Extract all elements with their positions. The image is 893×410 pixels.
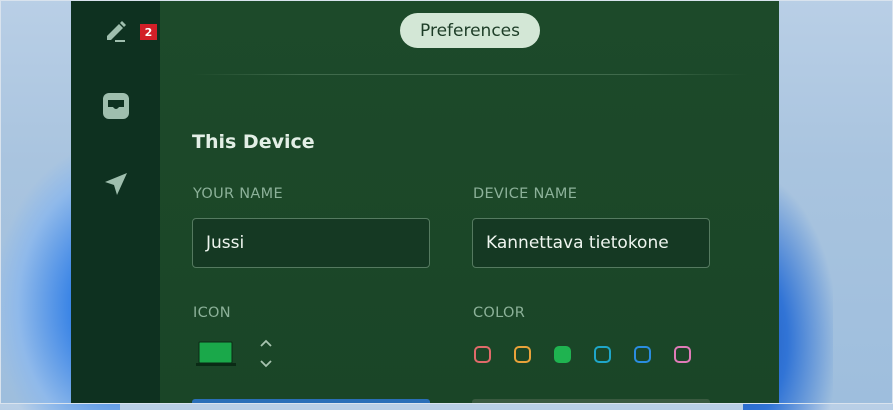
your-name-label: YOUR NAME	[193, 186, 283, 202]
color-option-cyan[interactable]	[594, 346, 611, 363]
divider	[192, 74, 747, 75]
icon-stepper[interactable]	[259, 337, 273, 371]
app-window: 2 Preferences This Device YOUR NAME Juss…	[71, 0, 779, 404]
sidebar: 2	[71, 0, 160, 404]
icon-label: ICON	[193, 305, 231, 321]
inbox-icon	[101, 91, 131, 125]
your-name-input[interactable]: Jussi	[192, 218, 430, 268]
preferences-pill[interactable]: Preferences	[400, 13, 540, 48]
bottom-strip-right	[472, 399, 710, 404]
compose-button[interactable]	[96, 12, 136, 52]
section-title: This Device	[192, 131, 315, 153]
color-option-green[interactable]	[554, 346, 571, 363]
device-name-input[interactable]: Kannettava tietokone	[472, 218, 710, 268]
inbox-button[interactable]	[96, 88, 136, 128]
color-label: COLOR	[473, 305, 526, 321]
unread-badge: 2	[140, 24, 157, 40]
laptop-icon[interactable]	[196, 340, 236, 368]
color-option-red[interactable]	[474, 346, 491, 363]
color-option-orange[interactable]	[514, 346, 531, 363]
send-button[interactable]	[96, 166, 136, 206]
preferences-panel: Preferences This Device YOUR NAME Jussi …	[160, 0, 779, 404]
send-icon	[102, 170, 130, 202]
pencil-icon	[102, 16, 130, 48]
color-option-blue[interactable]	[634, 346, 651, 363]
bottom-strip-left	[192, 399, 430, 404]
device-name-label: DEVICE NAME	[473, 186, 578, 202]
color-option-pink[interactable]	[674, 346, 691, 363]
